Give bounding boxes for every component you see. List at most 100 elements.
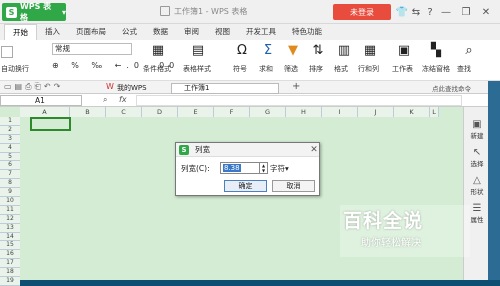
row-header[interactable]: 14 xyxy=(0,232,20,242)
table-style-label[interactable]: 表格样式 xyxy=(183,64,211,74)
tab-data[interactable]: 数据 xyxy=(145,24,176,40)
filter-icon[interactable]: ▼ xyxy=(285,42,301,58)
new-button[interactable]: ▣ 新建 xyxy=(465,119,489,140)
unit-label: 字符 xyxy=(270,164,285,173)
col-header[interactable]: I xyxy=(322,107,358,117)
command-search[interactable]: 点此查找命令 xyxy=(432,83,471,93)
mywps-tab[interactable]: 我的WPS xyxy=(117,83,147,93)
tab-view[interactable]: 视图 xyxy=(207,24,238,40)
row-header[interactable]: 4 xyxy=(0,143,20,153)
unit-select[interactable]: 字符▾ xyxy=(270,163,289,174)
zoom-icon[interactable]: ⌕ xyxy=(103,95,107,105)
col-header[interactable]: C xyxy=(106,107,142,117)
table-style-icon[interactable]: ▤ xyxy=(190,42,206,58)
row-header[interactable]: 13 xyxy=(0,223,20,233)
row-header[interactable]: 3 xyxy=(0,134,20,144)
row-header[interactable]: 2 xyxy=(0,125,20,135)
row-header[interactable]: 5 xyxy=(0,152,20,162)
login-button[interactable]: 未登录 xyxy=(333,4,391,20)
row-header[interactable]: 10 xyxy=(0,197,20,206)
col-header[interactable]: J xyxy=(358,107,394,117)
name-box[interactable]: A1 xyxy=(0,95,82,106)
wps-logo-icon: S xyxy=(179,145,189,155)
conditional-format-icon[interactable]: ▦ xyxy=(150,42,166,58)
col-header[interactable]: K xyxy=(394,107,430,117)
minimize-icon[interactable]: — xyxy=(439,5,453,19)
sum-icon[interactable]: Σ xyxy=(260,42,276,58)
share-icon[interactable]: ⇆ xyxy=(409,5,423,19)
add-tab-icon[interactable]: + xyxy=(292,81,300,92)
tab-home[interactable]: 开始 xyxy=(4,24,37,40)
row-header[interactable]: 18 xyxy=(0,268,20,278)
format-icon[interactable]: ▥ xyxy=(336,42,352,58)
width-spinner[interactable]: ▲ ▼ xyxy=(260,162,268,174)
cursor-icon: ↖ xyxy=(472,147,482,158)
selected-cell[interactable] xyxy=(30,117,71,131)
quick-access-bar: ▭▤⎙⎗↶↷ W 我的WPS 工作簿1 + 点此查找命令 xyxy=(0,81,500,94)
wps-logo-icon: S xyxy=(6,6,17,18)
col-header[interactable]: A xyxy=(20,107,70,117)
tab-features[interactable]: 特色功能 xyxy=(284,24,330,40)
sort-label[interactable]: 排序 xyxy=(309,64,323,74)
col-header[interactable]: D xyxy=(142,107,178,117)
restore-icon[interactable]: ❐ xyxy=(459,5,473,19)
row-header[interactable]: 15 xyxy=(0,241,20,251)
doc-title-text: 工作簿1 - WPS 表格 xyxy=(174,7,248,16)
col-header[interactable]: G xyxy=(250,107,286,117)
freeze-icon[interactable]: ▚ xyxy=(428,42,444,58)
app-label: WPS 表格 xyxy=(19,2,52,22)
row-header[interactable]: 17 xyxy=(0,259,20,269)
find-label[interactable]: 查找 xyxy=(457,64,471,74)
row-header[interactable]: 11 xyxy=(0,205,20,215)
wrap-label[interactable]: 自动换行 xyxy=(1,64,29,74)
omega-icon[interactable]: Ω xyxy=(234,42,250,58)
col-header[interactable]: L xyxy=(430,107,439,117)
tab-page-layout[interactable]: 页面布局 xyxy=(68,24,114,40)
row-header[interactable]: 8 xyxy=(0,179,20,189)
find-icon[interactable]: ⌕ xyxy=(461,42,477,58)
symbol-label[interactable]: 符号 xyxy=(233,64,247,74)
row-col-icon[interactable]: ▦ xyxy=(362,42,378,58)
skin-icon[interactable]: 👕 xyxy=(395,5,409,19)
help-icon[interactable]: ? xyxy=(423,5,437,19)
shape-button[interactable]: △ 形状 xyxy=(465,175,489,196)
row-header[interactable]: 6 xyxy=(0,161,20,171)
wrap-icon[interactable] xyxy=(1,46,13,58)
format-label[interactable]: 格式 xyxy=(334,64,348,74)
formula-input[interactable] xyxy=(136,95,462,106)
row-header[interactable]: 7 xyxy=(0,170,20,180)
sort-icon[interactable]: ⇅ xyxy=(310,42,326,58)
quick-access-icons[interactable]: ▭▤⎙⎗↶↷ xyxy=(4,82,63,92)
tab-developer[interactable]: 开发工具 xyxy=(238,24,284,40)
filter-label[interactable]: 筛选 xyxy=(284,64,298,74)
col-header[interactable]: E xyxy=(178,107,214,117)
document-tab[interactable]: 工作簿1 xyxy=(171,83,279,94)
desktop-edge xyxy=(488,81,500,280)
worksheet-icon[interactable]: ▣ xyxy=(396,42,412,58)
rowcol-label[interactable]: 行和列 xyxy=(358,64,379,74)
col-header[interactable]: H xyxy=(286,107,322,117)
width-input[interactable]: 8.38 xyxy=(220,162,260,174)
col-header[interactable]: B xyxy=(70,107,106,117)
close-window-icon[interactable]: ✕ xyxy=(479,5,493,19)
row-header[interactable]: 16 xyxy=(0,250,20,260)
row-header[interactable]: 19 xyxy=(0,277,20,286)
row-header[interactable]: 1 xyxy=(0,117,20,126)
close-icon[interactable]: ✕ xyxy=(308,143,320,157)
sheet-label[interactable]: 工作表 xyxy=(392,64,413,74)
number-format-select[interactable]: 常规 xyxy=(52,43,132,55)
cancel-button[interactable]: 取消 xyxy=(272,180,315,192)
freeze-label[interactable]: 冻结窗格 xyxy=(422,64,450,74)
row-header[interactable]: 9 xyxy=(0,188,20,198)
tab-insert[interactable]: 插入 xyxy=(37,24,68,40)
col-header[interactable]: F xyxy=(214,107,250,117)
fx-icon[interactable]: fx xyxy=(119,95,127,104)
ok-button[interactable]: 确定 xyxy=(224,180,267,192)
app-menu-button[interactable]: S WPS 表格 ▾ xyxy=(2,2,66,22)
sum-label[interactable]: 求和 xyxy=(259,64,273,74)
tab-formula[interactable]: 公式 xyxy=(114,24,145,40)
row-header[interactable]: 12 xyxy=(0,214,20,224)
select-button[interactable]: ↖ 选择 xyxy=(465,147,489,168)
tab-review[interactable]: 审阅 xyxy=(176,24,207,40)
cond-format-label[interactable]: 条件格式 xyxy=(143,64,171,74)
